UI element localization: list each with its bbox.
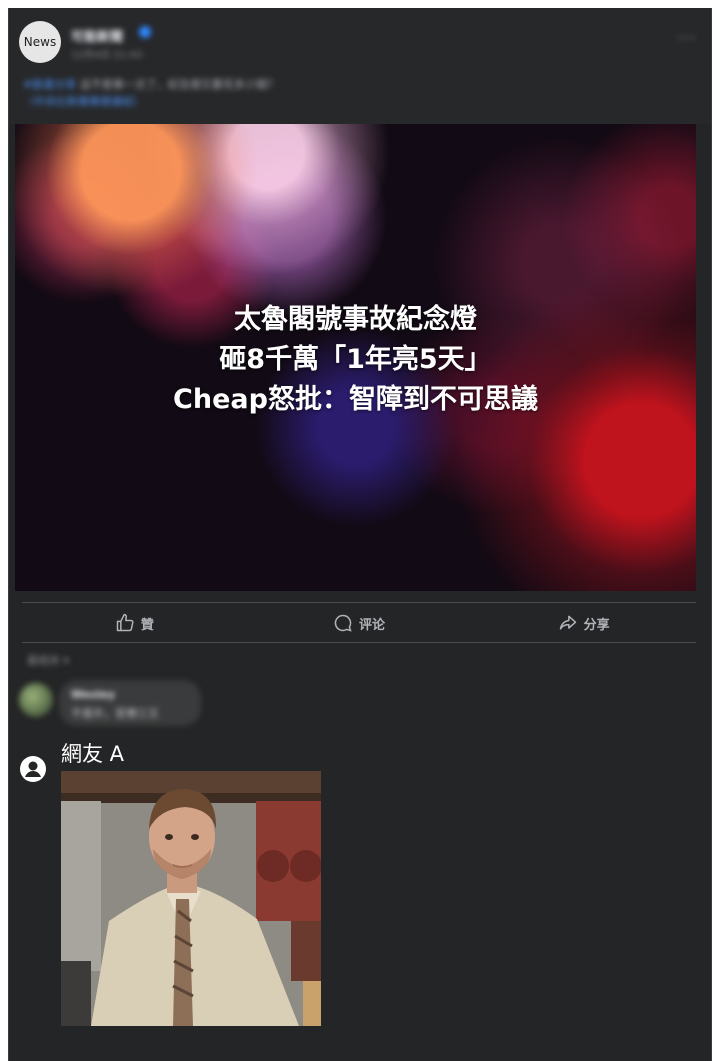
caption-hashtag-link[interactable]: #臉書分享 (23, 78, 76, 91)
post-caption: #臉書分享 這不是第一次了，紀念燈又要花多少錢？ （中央社新聞專題連結） (23, 76, 623, 110)
post-card: News 可能新聞 12月4日 21:43 · ··· #臉書分享 這不是第一次… (8, 8, 712, 1061)
commenter-avatar[interactable] (19, 683, 53, 717)
divider (22, 602, 696, 603)
commenter-name[interactable]: Wesley (71, 688, 115, 701)
like-button[interactable]: 贊 (22, 608, 247, 638)
image-headline: 太魯閣號事故紀念燈 砸8千萬「1年亮5天」 Cheap怒批：智障到不可思議 (15, 300, 696, 420)
caption-text: 這不是第一次了，紀念燈又要花多少錢？ (79, 78, 278, 91)
headline-line-2: 砸8千萬「1年亮5天」 (219, 344, 492, 375)
more-options-button[interactable]: ··· (677, 28, 697, 49)
like-label: 贊 (140, 617, 154, 633)
headline-line-1: 太魯閣號事故紀念燈 (234, 304, 477, 335)
verified-badge-icon (139, 26, 151, 38)
comment-label: 评论 (359, 617, 386, 633)
user-avatar-icon[interactable] (20, 756, 46, 782)
post-header: News 可能新聞 12月4日 21:43 · ··· #臉書分享 這不是第一次… (9, 8, 711, 124)
comment-button[interactable]: 评论 (247, 608, 472, 638)
comment-bubble: Wesley 不意外，官僚三又 (59, 680, 201, 726)
page-avatar[interactable]: News (19, 21, 61, 63)
reply-username[interactable]: 網友 A (61, 738, 124, 768)
divider (22, 642, 696, 643)
comment-sort-dropdown[interactable]: 最相关 ▾ (27, 652, 69, 668)
post-timestamp[interactable]: 12月4日 21:43 · (71, 46, 148, 61)
page-name[interactable]: 可能新聞 (71, 26, 123, 45)
share-button[interactable]: 分享 (471, 608, 696, 638)
caption-link[interactable]: （中央社新聞專題連結） (23, 95, 144, 108)
share-label: 分享 (583, 617, 610, 633)
reply-meme-image[interactable] (61, 771, 321, 1026)
thumbs-up-icon (116, 613, 134, 632)
post-action-bar: 贊 评论 分享 (22, 608, 696, 638)
meme-illustration (61, 771, 321, 1026)
headline-line-3: Cheap怒批：智障到不可思議 (173, 384, 538, 415)
comment-bubble-icon (334, 614, 352, 632)
share-arrow-icon (559, 615, 576, 630)
post-image[interactable]: 太魯閣號事故紀念燈 砸8千萬「1年亮5天」 Cheap怒批：智障到不可思議 (15, 124, 696, 591)
comment-text: 不意外，官僚三又 (71, 707, 159, 720)
